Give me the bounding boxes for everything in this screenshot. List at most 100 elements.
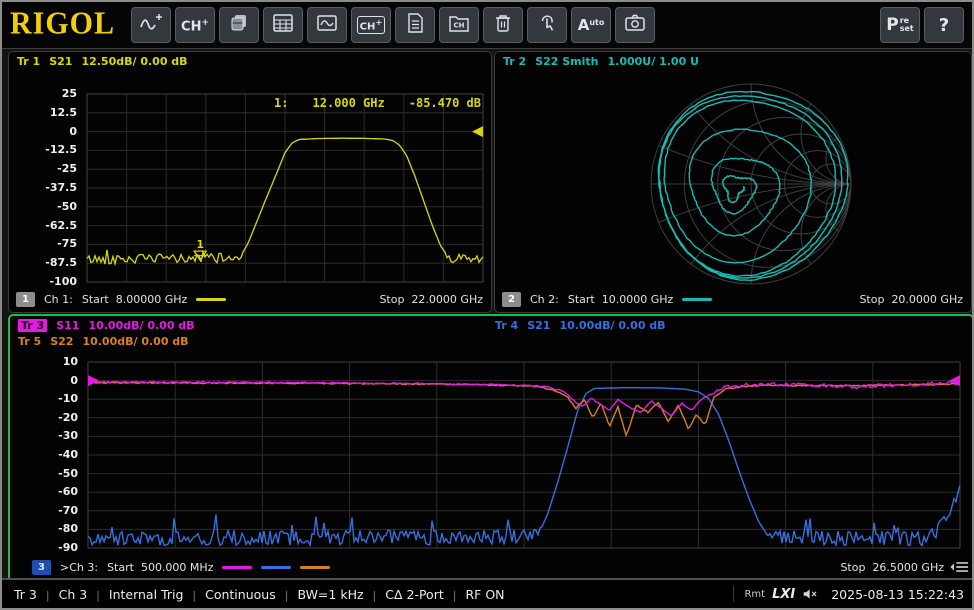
toolbar-button-meas-window[interactable] (307, 7, 347, 43)
rigol-logo: RIGOL (10, 6, 115, 42)
y-axis-tick: 10 (14, 355, 78, 368)
ch3-footer: 3 >Ch 3: Start 500.000 MHz Stop 26.5000 … (17, 558, 944, 576)
toolbar-button-channel-add[interactable]: CH+ (175, 7, 215, 43)
toolbar-button-help[interactable]: ? (924, 7, 964, 43)
ch3-s11-swatch (222, 566, 252, 569)
y-axis-tick: -37.5 (13, 181, 77, 194)
window-ch1[interactable]: Tr 1S2112.50dB/ 0.00 dB 1 1:12.000 GHz-8… (8, 51, 492, 313)
y-axis-tick: -90 (14, 541, 78, 554)
help-icon: ? (939, 15, 949, 36)
ch1-stop: Stop 22.0000 GHz (379, 293, 483, 306)
y-axis-tick: -80 (14, 522, 78, 535)
status-item: CΔ 2-Port (385, 587, 444, 602)
status-right: Rmt LXI 2025-08-13 15:22:43 (723, 586, 972, 602)
ch1-trace-swatch (196, 298, 226, 301)
lxi-indicator: LXI (772, 587, 795, 602)
ch1-label: Ch 1: (44, 293, 73, 306)
ch3-badge[interactable]: 3 (32, 560, 51, 575)
y-axis-tick: -40 (14, 448, 78, 461)
y-axis-tick: 0 (13, 125, 77, 138)
status-separator: | (96, 589, 100, 602)
touch-icon (535, 12, 559, 38)
status-separator: | (453, 589, 457, 602)
ch2-label: Ch 2: (530, 293, 559, 306)
ch1-badge[interactable]: 1 (16, 292, 35, 307)
toolbar-button-channel-copy[interactable]: CH+ (351, 7, 391, 43)
marker-1-label: 1 (196, 238, 204, 251)
y-axis-tick: -25 (13, 162, 77, 175)
ch1-footer: 1 Ch 1: Start 8.00000 GHz Stop 22.0000 G… (16, 290, 483, 308)
trace-tr2-s22-smith (658, 92, 848, 281)
ch3-start: Start 500.000 MHz (107, 561, 213, 574)
ch2-smith-chart[interactable] (495, 52, 969, 310)
file-channel-icon: CH (447, 12, 471, 38)
y-axis-tick: 0 (14, 374, 78, 387)
ch2-badge[interactable]: 2 (502, 292, 521, 307)
toolbar-button-preset[interactable]: P reset (880, 7, 920, 43)
y-axis-tick: -100 (13, 275, 77, 288)
status-item: Ch 3 (59, 587, 88, 602)
trash-icon (491, 12, 515, 38)
y-axis-tick: 12.5 (13, 106, 77, 119)
ch1-marker-readout: 1:12.000 GHz-85.470 dB (274, 96, 481, 110)
speaker-mute-icon (802, 587, 819, 601)
status-item: Tr 3 (14, 587, 37, 602)
ch2-start: Start 10.0000 GHz (568, 293, 673, 306)
vna-screen: RIGOL CH+CH+CHAuto P reset ? Tr 1S2112.5… (0, 0, 974, 610)
ch1-start: Start 8.00000 GHz (82, 293, 187, 306)
y-axis-tick: -30 (14, 429, 78, 442)
svg-text:CH: CH (454, 22, 465, 30)
ch2-footer: 2 Ch 2: Start 10.0000 GHz Stop 20.0000 G… (502, 290, 963, 308)
y-axis-tick: -62.5 (13, 219, 77, 232)
toolbar-button-screenshot[interactable] (615, 7, 655, 43)
window-ch3-active[interactable]: Tr 3S1110.00dB/ 0.00 dB Tr 4S2110.00dB/ … (8, 314, 974, 582)
y-axis-tick: -20 (14, 411, 78, 424)
camera-icon (623, 12, 647, 38)
y-axis-tick: -50 (13, 200, 77, 213)
toolbar-button-layers[interactable] (219, 7, 259, 43)
status-item: Continuous (205, 587, 276, 602)
status-items: Tr 3|Ch 3|Internal Trig|Continuous|BW=1 … (14, 587, 505, 602)
meas-window-icon (315, 12, 339, 38)
y-axis-tick: -10 (14, 392, 78, 405)
ch3-plot[interactable] (10, 316, 968, 576)
toolbar-button-trace-add[interactable] (131, 7, 171, 43)
ch1-plot[interactable]: 1 (9, 52, 489, 310)
y-axis-tick: -70 (14, 504, 78, 517)
window-ch2[interactable]: Tr 2S22 Smith1.000U/ 1.00 U 2 Ch 2: Star… (494, 51, 972, 313)
status-separator: | (46, 589, 50, 602)
toolbar-button-table[interactable] (263, 7, 303, 43)
y-axis-tick: -12.5 (13, 143, 77, 156)
preset-label: P (886, 15, 898, 35)
ch3-label: >Ch 3: (60, 561, 98, 574)
trace-add-icon (138, 12, 164, 38)
toolbar-right-group: P reset ? (880, 7, 968, 43)
menu-collapse-icon[interactable] (949, 559, 969, 578)
toolbar-button-touch[interactable] (527, 7, 567, 43)
toolbar-buttons: CH+ CH+ CH Auto (131, 7, 659, 43)
toolbar-button-file-channel[interactable]: CH (439, 7, 479, 43)
table-icon (271, 12, 295, 38)
toolbar-button-file-list[interactable] (395, 7, 435, 43)
toolbar-button-auto-scale[interactable]: Auto (571, 7, 611, 43)
auto-icon: Auto (578, 16, 605, 34)
tr1-ref-level-marker (472, 126, 483, 137)
remote-indicator: Rmt (744, 589, 765, 600)
ch3-s21-swatch (261, 566, 291, 569)
status-item: RF ON (465, 587, 504, 602)
channel-add-icon: CH+ (181, 17, 209, 33)
status-bar: Tr 3|Ch 3|Internal Trig|Continuous|BW=1 … (2, 578, 972, 608)
ch3-stop: Stop 26.5000 GHz (840, 561, 944, 574)
status-item: BW=1 kHz (297, 587, 363, 602)
ch2-trace-swatch (682, 298, 712, 301)
ch3-s22-swatch (300, 566, 330, 569)
status-separator: | (192, 589, 196, 602)
status-separator: | (285, 589, 289, 602)
status-separator: | (373, 589, 377, 602)
y-axis-tick: -75 (13, 237, 77, 250)
layers-icon (227, 12, 251, 38)
y-axis-tick: -87.5 (13, 256, 77, 269)
toolbar-button-trash[interactable] (483, 7, 523, 43)
toolbar: RIGOL CH+ CH+ CH Auto P reset ? (2, 2, 972, 49)
channel-copy-icon: CH+ (357, 16, 386, 33)
